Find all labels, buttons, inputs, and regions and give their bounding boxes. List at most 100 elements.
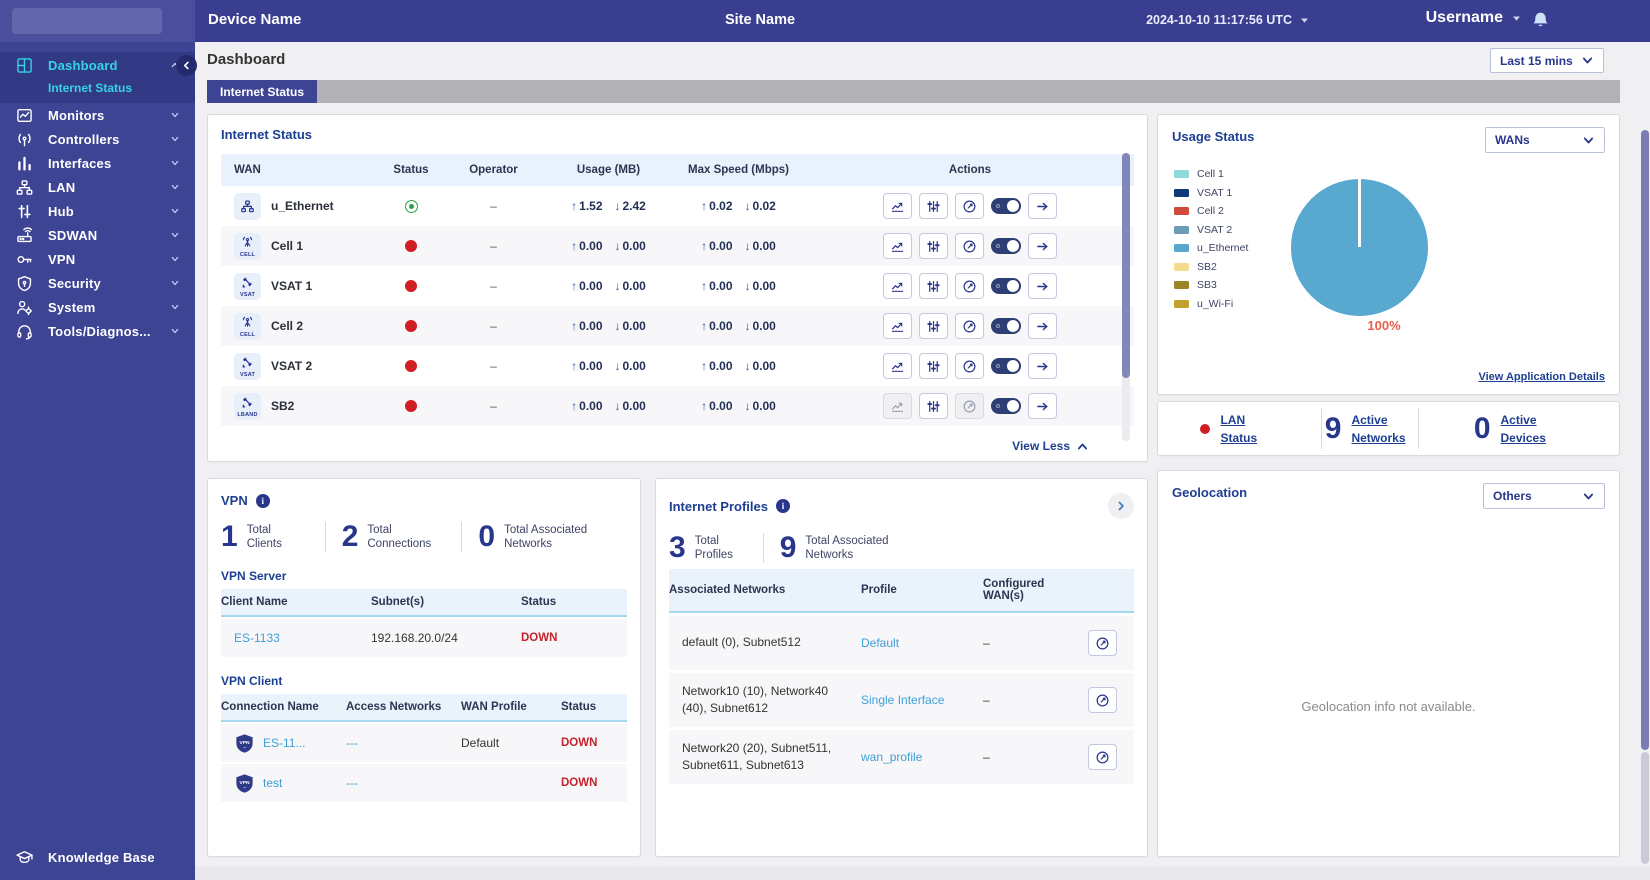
page-scrollbar-thumb[interactable] [1641,130,1649,750]
sidebar-item-security[interactable]: Security [0,271,195,295]
speed-test-button[interactable] [1088,687,1117,713]
vpn-client-header: Connection Name Access Networks WAN Profil… [221,694,627,722]
usage-chart-button[interactable] [883,313,912,339]
usage-filter-select[interactable]: WANs [1485,127,1605,153]
row-actions [883,353,1057,379]
associated-networks-value: Network10 (10), Network40 (40), Subnet61… [682,683,829,715]
profile-link[interactable]: wan_profile [861,750,922,764]
sidebar-item-hub[interactable]: Hub [0,199,195,223]
arrow-up-icon: ↑ [571,279,578,293]
active-devices-link[interactable]: Active Devices [1501,411,1565,447]
table-scrollbar-thumb[interactable] [1122,153,1130,378]
usage-chart-button[interactable] [883,193,912,219]
enable-toggle[interactable] [991,198,1021,214]
profiles-expand-button[interactable] [1108,493,1134,519]
speed-test-button[interactable] [1088,630,1117,656]
timestamp-dropdown[interactable]: 2024-10-10 11:17:56 UTC [1146,13,1310,27]
sidebar-item-tools-diagnos[interactable]: Tools/Diagnos... [0,319,195,343]
enable-toggle[interactable] [991,238,1021,254]
configure-button[interactable] [919,233,948,259]
stat-value: 3 [669,531,686,564]
sidebar-item-lan[interactable]: LAN [0,175,195,199]
arrow-down-icon: ↓ [744,399,751,413]
usage-chart-button[interactable] [883,353,912,379]
arrow-right-icon [1035,239,1050,254]
active-networks-link[interactable]: Active Networks [1351,411,1415,447]
legend-swatch [1174,207,1189,216]
info-icon[interactable]: i [255,493,270,508]
details-button[interactable] [1028,273,1057,299]
sidebar-item-label: Interfaces [48,155,112,171]
usage-cell: ↑ 0.00 ↓ 0.00 [546,279,671,293]
usage-chart-button[interactable] [883,273,912,299]
enable-toggle[interactable] [991,358,1021,374]
brand-logo-area [0,0,195,42]
bell-icon[interactable] [1531,11,1550,30]
configure-button[interactable] [919,313,948,339]
user-menu[interactable]: Username [1426,9,1522,27]
client-name-link[interactable]: ES-1133 [234,631,280,645]
sidebar-item-vpn[interactable]: VPN [0,247,195,271]
lan-status-link[interactable]: LAN Status [1220,411,1278,447]
profile-link[interactable]: Single Interface [861,693,944,707]
stat-value: 2 [341,520,359,553]
sidebar-item-controllers[interactable]: Controllers [0,127,195,151]
enable-toggle[interactable] [991,318,1021,334]
sidebar-item-knowledge-base[interactable]: Knowledge Base [0,849,195,880]
sidebar-item-label: Security [48,275,101,291]
view-application-details-link[interactable]: View Application Details [1478,371,1605,383]
legend-label: VSAT 1 [1197,186,1233,199]
wan-vsat-icon: VSAT [234,352,261,380]
view-less-link[interactable]: View Less [1012,439,1089,453]
sidebar-item-monitors[interactable]: Monitors [0,103,195,127]
legend-item-cell-1: Cell 1 [1174,165,1248,184]
configure-button[interactable] [919,353,948,379]
details-button[interactable] [1028,313,1057,339]
wan-ethernet-icon [234,192,261,220]
legend-label: VSAT 2 [1197,223,1233,236]
info-icon[interactable]: i [775,499,790,513]
arrow-up-icon: ↑ [701,199,708,213]
stat-label: Total Connections [367,523,432,550]
speed-test-button[interactable] [1088,744,1117,770]
configure-button[interactable] [919,273,948,299]
svg-text:~: ~ [243,745,246,750]
sidebar-subitem-internet-status[interactable]: Internet Status [0,78,195,103]
geolocation-filter-value: Others [1493,489,1532,503]
operator-value: – [490,359,497,373]
connection-name-link[interactable]: test [263,776,282,790]
details-button[interactable] [1028,233,1057,259]
usage-chart-button[interactable] [883,233,912,259]
speed-test-button[interactable] [955,313,984,339]
sidebar-item-dashboard[interactable]: Dashboard [0,52,195,78]
sidebar-collapse-button[interactable] [176,55,197,76]
tab-internet-status[interactable]: Internet Status [207,80,317,103]
sidebar: Dashboard Internet Status Monitors Controll… [0,42,195,880]
time-filter-select[interactable]: Last 15 mins [1490,48,1604,73]
sidebar-item-interfaces[interactable]: Interfaces [0,151,195,175]
speed-test-button[interactable] [955,273,984,299]
sidebar-item-sdwan[interactable]: SDWAN [0,223,195,247]
horizontal-scrollbar-track[interactable] [195,866,1650,880]
connection-name-link[interactable]: ES-11... [263,736,305,750]
details-button[interactable] [1028,353,1057,379]
upload-value: ↑ 0.00 [701,279,733,293]
arrow-up-icon: ↑ [571,239,578,253]
details-button[interactable] [1028,393,1057,419]
configure-button[interactable] [919,393,948,419]
enable-toggle[interactable] [991,278,1021,294]
profile-link[interactable]: Default [861,636,899,650]
details-button[interactable] [1028,193,1057,219]
speed-test-button[interactable] [955,353,984,379]
speed-test-button[interactable] [955,233,984,259]
stat-label: Total Profiles [694,534,734,561]
configure-button[interactable] [919,193,948,219]
sidebar-item-system[interactable]: System [0,295,195,319]
speed-test-button[interactable] [955,193,984,219]
geolocation-filter-select[interactable]: Others [1483,483,1605,509]
legend-swatch [1174,225,1189,234]
usage-chart-button[interactable] [883,393,912,419]
enable-toggle[interactable] [991,398,1021,414]
speed-test-button[interactable] [955,393,984,419]
sidebar-item-label: Monitors [48,107,105,123]
